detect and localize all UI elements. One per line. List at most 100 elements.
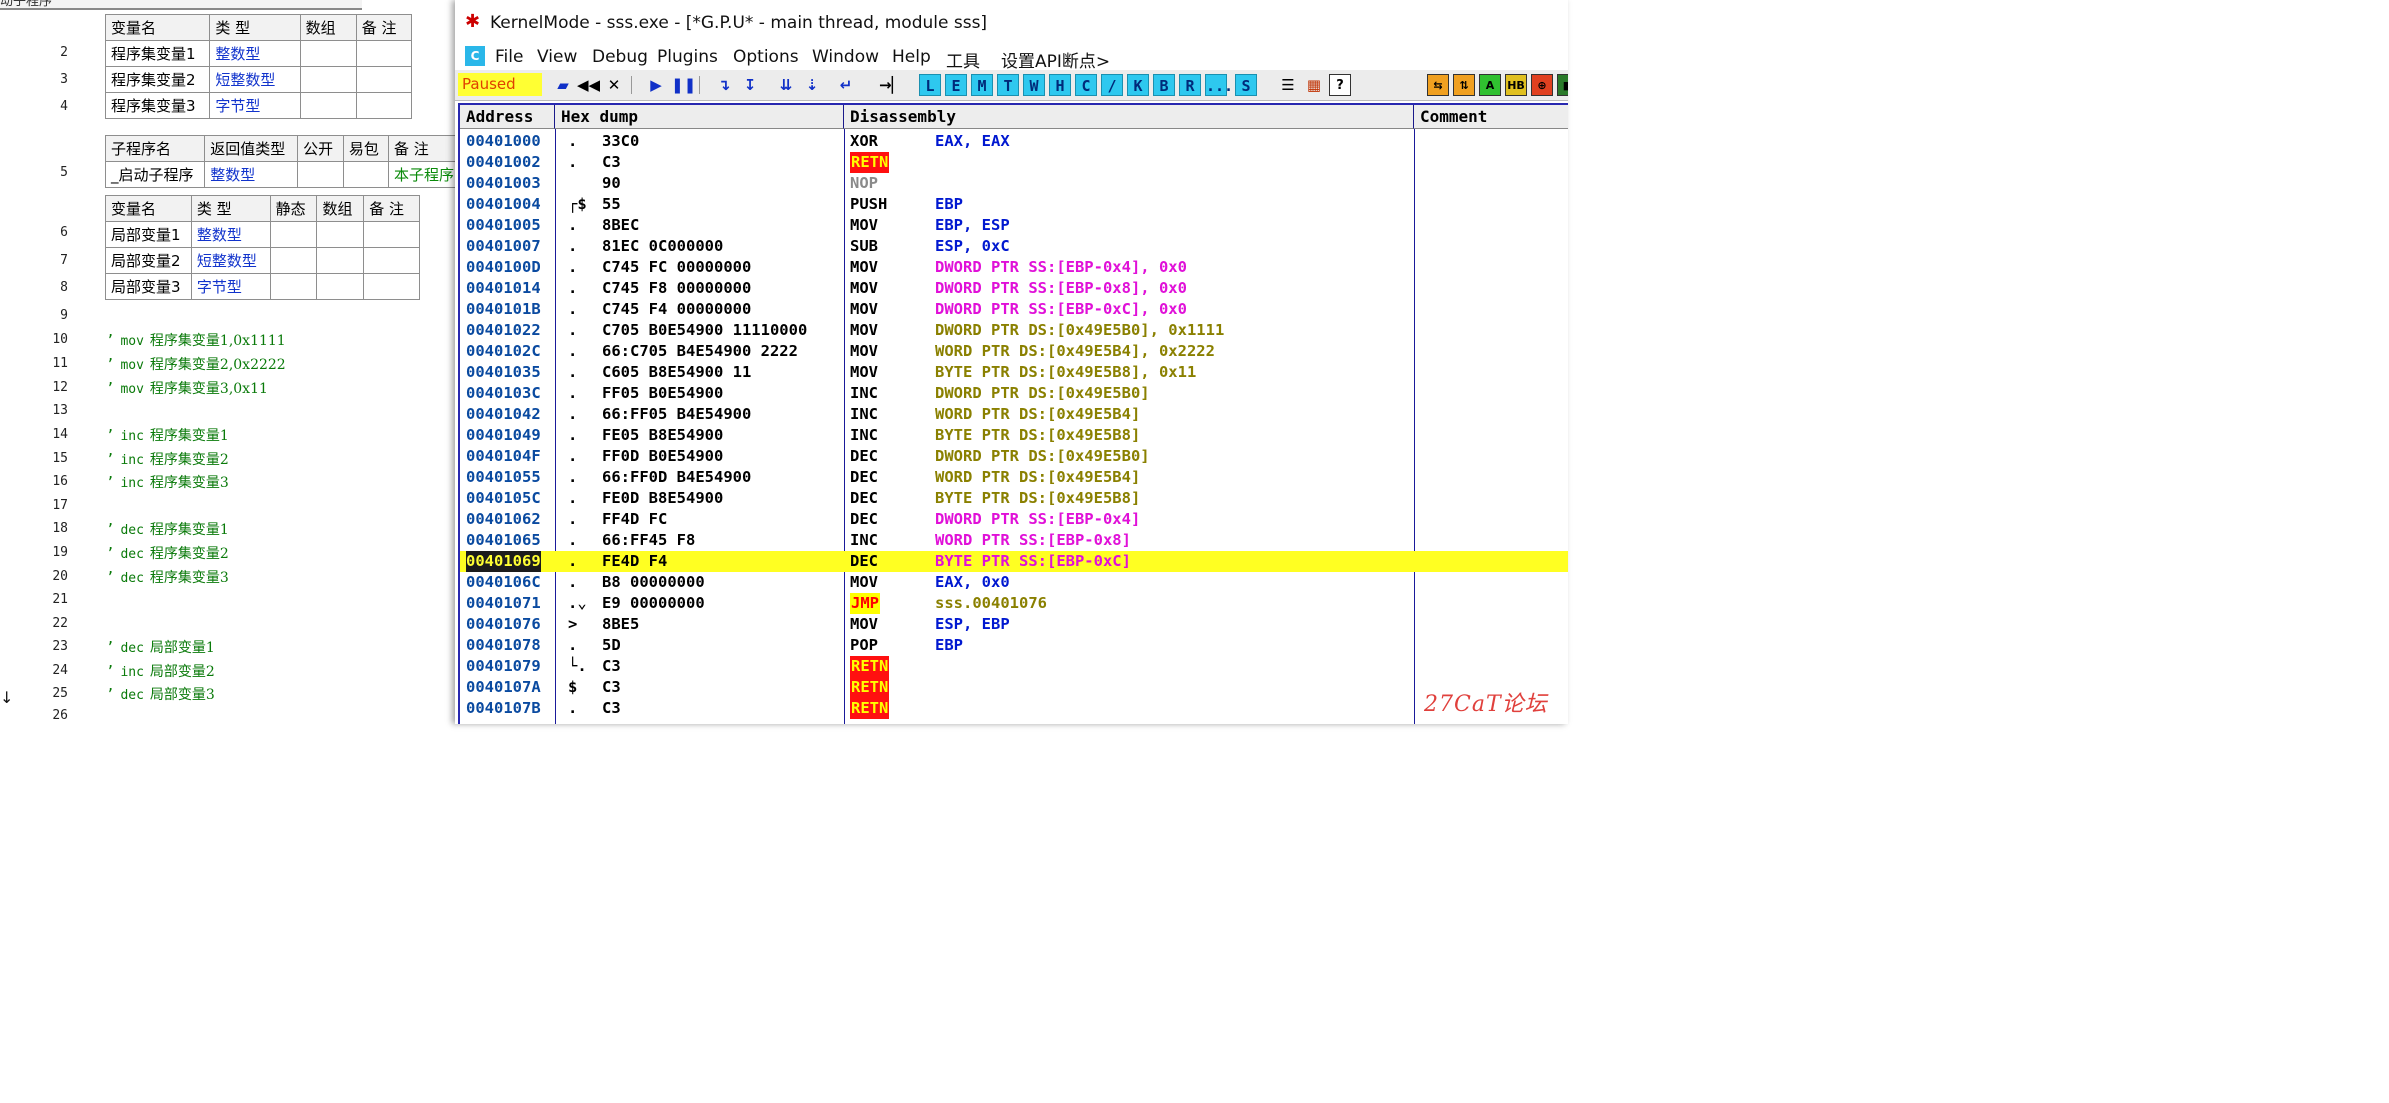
menu-help[interactable]: Help: [892, 47, 931, 67]
title-bar[interactable]: ✱ KernelMode - sss.exe - [*G.P.U* - main…: [455, 0, 1568, 44]
comment-line[interactable]: ’ dec 程序集变量2: [106, 543, 229, 563]
menu-tools[interactable]: 工具: [946, 47, 980, 72]
subroutine-name-cell[interactable]: _启动子程序: [104, 161, 206, 188]
comment-line[interactable]: ’ inc 局部变量2: [106, 661, 215, 681]
variable-type-cell[interactable]: 字节型: [190, 273, 271, 300]
table-row[interactable]: 局部变量3 字节型: [105, 273, 420, 300]
trace-over-icon[interactable]: ⇣: [801, 74, 823, 96]
disassembly-row[interactable]: 00401065. 66:FF45 F8 INC WORD PTR SS:[EBP-0…: [460, 530, 1568, 551]
menu-options[interactable]: Options: [733, 47, 799, 67]
disassembly-row[interactable]: 00401003 90 NOP: [460, 173, 1568, 194]
disassembly-row[interactable]: 00401022. C705 B0E54900 11110000 MOV DWORD …: [460, 320, 1568, 341]
disassembly-row[interactable]: 00401002. C3 RETN: [460, 152, 1568, 173]
easy-package-cell[interactable]: [342, 161, 389, 188]
pause-icon[interactable]: ❚❚: [671, 74, 696, 96]
step-into-icon[interactable]: ↴: [713, 74, 735, 96]
comment-line[interactable]: ’ mov 程序集变量1,0x1111: [106, 330, 286, 350]
return-type-cell[interactable]: 整数型: [204, 161, 299, 188]
disassembly-row[interactable]: 0040107B. C3 RETN: [460, 698, 1568, 719]
menu-set-api-breakpoint[interactable]: 设置API断点>: [1001, 47, 1110, 72]
cpu-disassembly-pane[interactable]: Address Hex dump Disassembly Comment 004…: [458, 103, 1568, 724]
table-row[interactable]: 程序集变量1 整数型: [104, 40, 413, 67]
disassembly-row[interactable]: 0040103C. FF05 B0E54900 INC DWORD PTR DS:[0…: [460, 383, 1568, 404]
column-header-address[interactable]: Address: [460, 105, 555, 129]
variable-type-cell[interactable]: 整数型: [209, 40, 301, 67]
variable-name-cell[interactable]: 程序集变量1: [104, 40, 211, 67]
variable-name-cell[interactable]: 程序集变量2: [104, 66, 211, 93]
menu-view[interactable]: View: [537, 47, 577, 67]
disassembly-row[interactable]: 0040105C. FE0D B8E54900 DEC BYTE PTR DS:[0x…: [460, 488, 1568, 509]
array-cell[interactable]: [316, 273, 365, 300]
toolbar-handles-button[interactable]: H: [1049, 74, 1071, 96]
toolbar-references-button[interactable]: R: [1179, 74, 1201, 96]
plugin-icon-2[interactable]: ⇅: [1453, 74, 1475, 96]
toolbar-cpu-button[interactable]: C: [1075, 74, 1097, 96]
disassembly-row[interactable]: 00401079 └. C3 RETN: [460, 656, 1568, 677]
step-over-icon[interactable]: ↧: [739, 74, 761, 96]
disassembly-row[interactable]: 00401014. C745 F8 00000000 MOV DWORD PTR SS…: [460, 278, 1568, 299]
plugin-icon-3[interactable]: A: [1479, 74, 1501, 96]
disassembly-row[interactable]: 00401005. 8BEC MOV EBP, ESP: [460, 215, 1568, 236]
table-row[interactable]: 局部变量2 短整数型: [105, 247, 420, 274]
grid-icon[interactable]: ▦: [1303, 74, 1325, 96]
help-icon[interactable]: ?: [1329, 74, 1351, 96]
note-cell[interactable]: [355, 92, 413, 119]
menu-file[interactable]: File: [495, 47, 523, 67]
table-row[interactable]: _启动子程序 整数型 本子程序: [104, 161, 461, 188]
comment-line[interactable]: ’ inc 程序集变量1: [106, 425, 229, 445]
trace-into-icon[interactable]: ⇊: [775, 74, 797, 96]
run-icon[interactable]: ▶: [645, 74, 667, 96]
column-header-hex-dump[interactable]: Hex dump: [555, 105, 844, 129]
toolbar-memory-button[interactable]: M: [971, 74, 993, 96]
disassembly-row[interactable]: 00401035. C605 B8E54900 11 MOV BYTE PTR DS:…: [460, 362, 1568, 383]
note-cell[interactable]: [363, 273, 420, 300]
toolbar-callstack-button[interactable]: K: [1127, 74, 1149, 96]
disassembly-row[interactable]: 00401042. 66:FF05 B4E54900 INC WORD PTR DS:…: [460, 404, 1568, 425]
static-cell[interactable]: [269, 247, 318, 274]
note-cell[interactable]: [363, 221, 420, 248]
close-process-icon[interactable]: ✕: [603, 74, 625, 96]
current-instruction-row[interactable]: 00401069. FE4D F4 DEC BYTE PTR SS:[EBP-0xC]: [460, 551, 1568, 572]
goto-icon[interactable]: →▏: [879, 74, 903, 96]
variable-name-cell[interactable]: 程序集变量3: [104, 92, 211, 119]
disassembly-row[interactable]: 0040107A $ C3 RETN: [460, 677, 1568, 698]
toolbar-threads-button[interactable]: T: [997, 74, 1019, 96]
disassembly-row[interactable]: 00401076 >8BE5 MOV ESP, EBP: [460, 614, 1568, 635]
open-folder-icon[interactable]: ▰: [552, 74, 574, 96]
table-row[interactable]: 程序集变量3 字节型: [104, 92, 413, 119]
plugin-icon-6[interactable]: ■: [1557, 74, 1568, 96]
toolbar-log-button[interactable]: L: [919, 74, 941, 96]
disassembly-row[interactable]: 0040106C. B8 00000000 MOV EAX, 0x0: [460, 572, 1568, 593]
variable-type-cell[interactable]: 整数型: [190, 221, 271, 248]
list-icon[interactable]: ☰: [1277, 74, 1299, 96]
disassembly-row[interactable]: 0040101B. C745 F4 00000000 MOV DWORD PTR SS…: [460, 299, 1568, 320]
comment-line[interactable]: ’ dec 局部变量3: [106, 684, 215, 704]
static-cell[interactable]: [269, 273, 318, 300]
column-header-disassembly[interactable]: Disassembly: [844, 105, 1414, 129]
array-cell[interactable]: [316, 247, 365, 274]
toolbar-breakpoints-button[interactable]: B: [1153, 74, 1175, 96]
table-row[interactable]: 程序集变量2 短整数型: [104, 66, 413, 93]
disassembly-row[interactable]: 00401071 .⌄ E9 00000000 JMP sss.00401076: [460, 593, 1568, 614]
disassembly-row[interactable]: 0040100D. C745 FC 00000000 MOV DWORD PTR SS…: [460, 257, 1568, 278]
comment-line[interactable]: ’ dec 程序集变量3: [106, 567, 229, 587]
public-cell[interactable]: [297, 161, 344, 188]
plugin-icon-4[interactable]: HB: [1505, 74, 1527, 96]
menu-window[interactable]: Window: [812, 47, 879, 67]
execute-till-return-icon[interactable]: ↵: [835, 74, 857, 96]
disassembly-row[interactable]: 00401062. FF4D FC DEC DWORD PTR SS:[EBP-0x4…: [460, 509, 1568, 530]
comment-line[interactable]: ’ dec 程序集变量1: [106, 519, 229, 539]
variable-type-cell[interactable]: 短整数型: [209, 66, 301, 93]
array-cell[interactable]: [299, 92, 357, 119]
variable-type-cell[interactable]: 短整数型: [190, 247, 271, 274]
plugin-icon-1[interactable]: ⇆: [1427, 74, 1449, 96]
variable-type-cell[interactable]: 字节型: [209, 92, 301, 119]
variable-name-cell[interactable]: 局部变量3: [105, 273, 192, 300]
column-header-comment[interactable]: Comment: [1414, 105, 1568, 129]
static-cell[interactable]: [269, 221, 318, 248]
disassembly-row[interactable]: 00401007. 81EC 0C000000 SUB ESP, 0xC: [460, 236, 1568, 257]
variable-name-cell[interactable]: 局部变量2: [105, 247, 192, 274]
disassembly-row[interactable]: 00401004 ┌$ 55 PUSH EBP: [460, 194, 1568, 215]
array-cell[interactable]: [316, 221, 365, 248]
array-cell[interactable]: [299, 66, 357, 93]
